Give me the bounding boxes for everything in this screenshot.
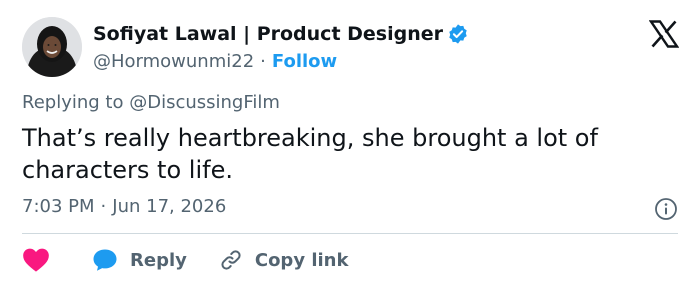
- divider: [22, 233, 678, 234]
- avatar[interactable]: [22, 17, 82, 77]
- copy-link-label: Copy link: [254, 249, 349, 271]
- avatar-image: [22, 17, 82, 77]
- replying-prefix: Replying to: [22, 92, 124, 113]
- like-button[interactable]: [22, 247, 52, 273]
- link-icon: [219, 248, 243, 272]
- heart-icon: [22, 247, 50, 273]
- tweet-text: That’s really heartbreaking, she brought…: [22, 124, 598, 184]
- action-bar: Reply Copy link: [22, 244, 348, 276]
- info-icon[interactable]: [654, 197, 678, 221]
- tweet-card: Sofiyat Lawal | Product Designer @Hormow…: [0, 0, 700, 287]
- speech-bubble-icon: [92, 248, 118, 272]
- reply-label: Reply: [130, 249, 187, 271]
- replying-to: Replying to @DiscussingFilm: [22, 92, 280, 113]
- author-handle[interactable]: @Hormowunmi22: [93, 51, 254, 72]
- tweet-date: Jun 17, 2026: [112, 196, 227, 217]
- reply-button[interactable]: Reply: [92, 248, 187, 272]
- replying-mention[interactable]: @DiscussingFilm: [129, 92, 280, 113]
- author-header: Sofiyat Lawal | Product Designer @Hormow…: [93, 20, 469, 74]
- tweet-time: 7:03 PM: [22, 196, 95, 217]
- handle-row: @Hormowunmi22 · Follow: [93, 48, 469, 74]
- handle-separator: ·: [260, 50, 266, 72]
- verified-badge-icon: [447, 23, 469, 45]
- copy-link-button[interactable]: Copy link: [219, 248, 349, 272]
- follow-button[interactable]: Follow: [272, 51, 337, 72]
- date-separator: ·: [100, 196, 107, 217]
- display-name[interactable]: Sofiyat Lawal | Product Designer: [93, 23, 443, 45]
- tweet-timestamp[interactable]: 7:03 PM · Jun 17, 2026: [22, 196, 226, 217]
- name-row: Sofiyat Lawal | Product Designer: [93, 20, 469, 48]
- x-logo-icon[interactable]: [648, 20, 680, 48]
